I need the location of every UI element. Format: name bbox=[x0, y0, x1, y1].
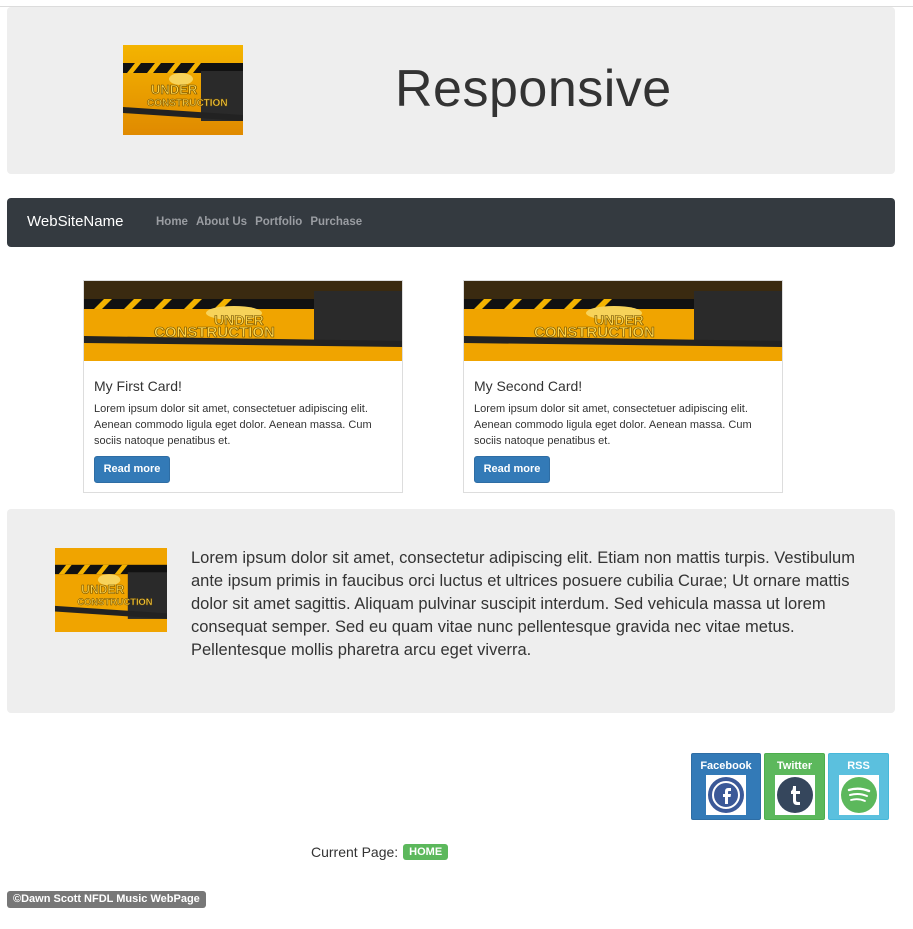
current-page-label: Current Page: bbox=[311, 844, 399, 860]
card-image: UNDER CONSTRUCTION bbox=[84, 281, 402, 361]
tumblr-icon bbox=[774, 775, 815, 815]
svg-text:UNDER: UNDER bbox=[151, 82, 198, 97]
card-second: UNDER CONSTRUCTION My Second Card! Lorem… bbox=[463, 280, 783, 493]
under-construction-image: UNDER CONSTRUCTION bbox=[123, 45, 243, 135]
navbar: WebSiteName Home About Us Portfolio Purc… bbox=[7, 198, 895, 247]
card-title: My Second Card! bbox=[474, 378, 583, 394]
twitter-button[interactable]: Twitter bbox=[764, 753, 825, 820]
svg-text:CONSTRUCTION: CONSTRUCTION bbox=[534, 324, 655, 341]
footer-label: ©Dawn Scott NFDL Music WebPage bbox=[7, 891, 206, 908]
navbar-brand[interactable]: WebSiteName bbox=[27, 213, 123, 230]
read-more-button[interactable]: Read more bbox=[94, 456, 170, 483]
card-title: My First Card! bbox=[94, 378, 182, 394]
facebook-label: Facebook bbox=[700, 760, 752, 772]
spotify-icon bbox=[838, 775, 879, 815]
feature-section: UNDER CONSTRUCTION Lorem ipsum dolor sit… bbox=[7, 509, 895, 713]
under-construction-image: UNDER CONSTRUCTION bbox=[55, 548, 167, 632]
facebook-button[interactable]: Facebook bbox=[691, 753, 761, 820]
nav-item-about-us[interactable]: About Us bbox=[196, 216, 247, 228]
read-more-button[interactable]: Read more bbox=[474, 456, 550, 483]
nav-item-portfolio[interactable]: Portfolio bbox=[255, 216, 302, 228]
card-text: Lorem ipsum dolor sit amet, consectetuer… bbox=[474, 403, 752, 447]
header-jumbotron: UNDER CONSTRUCTION Responsive bbox=[7, 7, 895, 174]
facebook-icon bbox=[706, 775, 746, 815]
card-image: UNDER CONSTRUCTION bbox=[464, 281, 782, 361]
nav-item-purchase[interactable]: Purchase bbox=[310, 216, 362, 228]
nav-item-home[interactable]: Home bbox=[156, 216, 188, 228]
twitter-label: Twitter bbox=[776, 760, 813, 772]
svg-text:UNDER: UNDER bbox=[81, 583, 124, 597]
current-page: Current Page: HOME bbox=[311, 844, 449, 860]
navbar-menu: Home About Us Portfolio Purchase bbox=[156, 216, 362, 228]
svg-text:CONSTRUCTION: CONSTRUCTION bbox=[147, 98, 228, 109]
card-first: UNDER CONSTRUCTION My First Card! Lorem … bbox=[83, 280, 403, 493]
rss-label: RSS bbox=[847, 760, 870, 772]
page-title: Responsive bbox=[395, 60, 672, 118]
svg-text:CONSTRUCTION: CONSTRUCTION bbox=[77, 597, 152, 607]
card-text: Lorem ipsum dolor sit amet, consectetuer… bbox=[94, 403, 372, 447]
current-page-badge: HOME bbox=[403, 844, 449, 860]
feature-text: Lorem ipsum dolor sit amet, consectetur … bbox=[191, 549, 855, 659]
svg-text:CONSTRUCTION: CONSTRUCTION bbox=[154, 324, 275, 341]
rss-button[interactable]: RSS bbox=[828, 753, 889, 820]
